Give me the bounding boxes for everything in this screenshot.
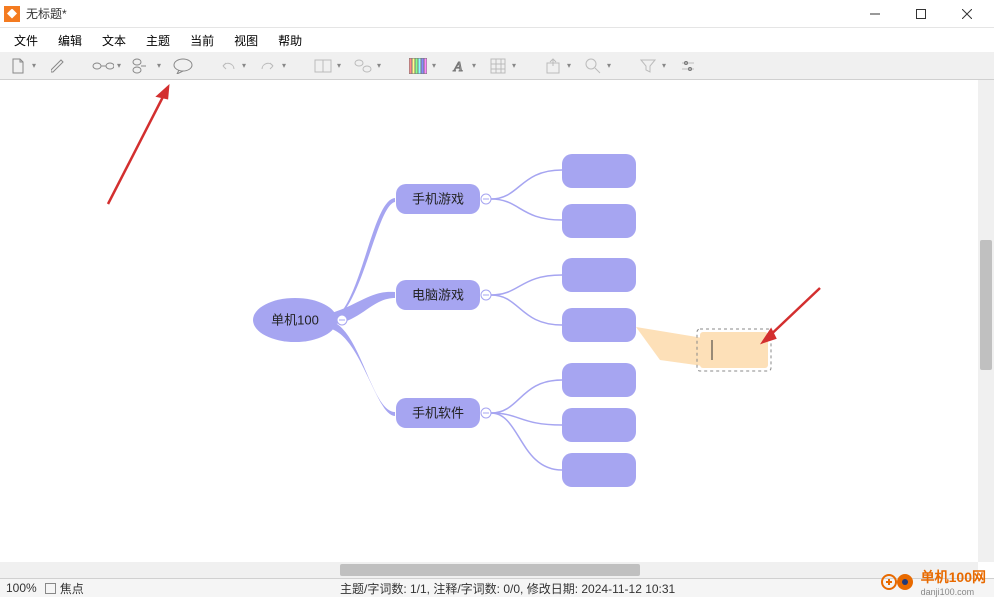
horizontal-scrollbar[interactable]: [0, 562, 978, 578]
root-node-label: 单机100: [271, 312, 319, 327]
watermark-name: 单机100网: [921, 569, 986, 585]
new-file-icon[interactable]: [6, 54, 30, 78]
window-controls: [852, 0, 990, 28]
menu-edit[interactable]: 编辑: [48, 29, 92, 52]
connector-b3-c3: [491, 413, 562, 470]
table-dropdown-icon[interactable]: ▾: [512, 61, 520, 70]
watermark-domain: danji100.com: [921, 587, 986, 597]
menu-file[interactable]: 文件: [4, 29, 48, 52]
branch3-child3-node[interactable]: [562, 453, 636, 487]
layout-icon[interactable]: [311, 54, 335, 78]
watermark-icon: [881, 571, 917, 593]
connector-b3-c1: [491, 380, 562, 413]
toolbar: ▾ ▾ ▾ ▾ ▾ ▾ ▾ ▾ A ▾ ▾ ▾: [0, 52, 994, 80]
branch3-label: 手机软件: [412, 405, 464, 420]
redo-dropdown-icon[interactable]: ▾: [282, 61, 290, 70]
filter-dropdown-icon[interactable]: ▾: [662, 61, 670, 70]
branch2-label: 电脑游戏: [412, 287, 464, 302]
export-dropdown-icon[interactable]: ▾: [567, 61, 575, 70]
search-dropdown-icon[interactable]: ▾: [607, 61, 615, 70]
focus-label: 焦点: [60, 580, 84, 597]
filter-icon[interactable]: [636, 54, 660, 78]
vertical-scrollbar-thumb[interactable]: [980, 240, 992, 370]
statusbar: 100% 焦点 主题/字词数: 1/1, 注释/字词数: 0/0, 修改日期: …: [0, 578, 994, 597]
horizontal-scrollbar-thumb[interactable]: [340, 564, 640, 576]
branch-3: [325, 320, 395, 416]
svg-text:A: A: [453, 60, 463, 74]
branch2-child1-node[interactable]: [562, 258, 636, 292]
color-dropdown-icon[interactable]: ▾: [432, 61, 440, 70]
zoom-level[interactable]: 100%: [6, 581, 37, 595]
font-icon[interactable]: A: [446, 54, 470, 78]
connector-b2-c1: [491, 275, 562, 295]
add-child-dropdown-icon[interactable]: ▾: [117, 61, 125, 70]
branch3-child2-node[interactable]: [562, 408, 636, 442]
status-stats: 主题/字词数: 1/1, 注释/字词数: 0/0, 修改日期: 2024-11-…: [340, 580, 675, 597]
comment-bubble-icon[interactable]: [171, 54, 195, 78]
watermark: 单机100网 danji100.com: [881, 567, 986, 597]
app-icon: [4, 6, 20, 22]
menubar: 文件 编辑 文本 主题 当前 视图 帮助: [0, 28, 994, 52]
add-sibling-icon[interactable]: [131, 54, 155, 78]
close-button[interactable]: [944, 0, 990, 28]
connector-b3-c2: [491, 413, 562, 425]
maximize-button[interactable]: [898, 0, 944, 28]
add-child-icon[interactable]: [91, 54, 115, 78]
settings-slider-icon[interactable]: [676, 54, 700, 78]
window-title: 无标题*: [26, 5, 67, 22]
search-icon[interactable]: [581, 54, 605, 78]
connector-b1-c2: [491, 199, 562, 220]
pen-icon[interactable]: [46, 54, 70, 78]
new-file-dropdown-icon[interactable]: ▾: [32, 61, 40, 70]
menu-topic[interactable]: 主题: [136, 29, 180, 52]
redo-icon[interactable]: [256, 54, 280, 78]
add-sibling-dropdown-icon[interactable]: ▾: [157, 61, 165, 70]
branch3-child1-node[interactable]: [562, 363, 636, 397]
focus-checkbox[interactable]: [45, 583, 56, 594]
branch2-child2-node[interactable]: [562, 308, 636, 342]
comment-bubble[interactable]: [700, 332, 768, 368]
style-dropdown-icon[interactable]: ▾: [377, 61, 385, 70]
branch1-child2-node[interactable]: [562, 204, 636, 238]
menu-view[interactable]: 视图: [224, 29, 268, 52]
connector-b2-c2: [491, 295, 562, 325]
mindmap-svg: 单机100 手机游戏 电脑游戏 手机软件: [0, 80, 978, 562]
undo-dropdown-icon[interactable]: ▾: [242, 61, 250, 70]
annotation-arrow-comment: [763, 288, 820, 342]
table-icon[interactable]: [486, 54, 510, 78]
mindmap-canvas[interactable]: 单机100 手机游戏 电脑游戏 手机软件: [0, 80, 978, 562]
layout-dropdown-icon[interactable]: ▾: [337, 61, 345, 70]
style-icon[interactable]: [351, 54, 375, 78]
minimize-button[interactable]: [852, 0, 898, 28]
color-palette-icon[interactable]: [406, 54, 430, 78]
undo-icon[interactable]: [216, 54, 240, 78]
font-dropdown-icon[interactable]: ▾: [472, 61, 480, 70]
menu-text[interactable]: 文本: [92, 29, 136, 52]
menu-help[interactable]: 帮助: [268, 29, 312, 52]
vertical-scrollbar[interactable]: [978, 80, 994, 562]
branch1-label: 手机游戏: [412, 191, 464, 206]
branch1-child1-node[interactable]: [562, 154, 636, 188]
annotation-arrow-toolbar: [108, 87, 168, 204]
titlebar: 无标题*: [0, 0, 994, 28]
connector-b1-c1: [491, 170, 562, 199]
export-icon[interactable]: [541, 54, 565, 78]
comment-tail: [636, 327, 703, 366]
menu-current[interactable]: 当前: [180, 29, 224, 52]
